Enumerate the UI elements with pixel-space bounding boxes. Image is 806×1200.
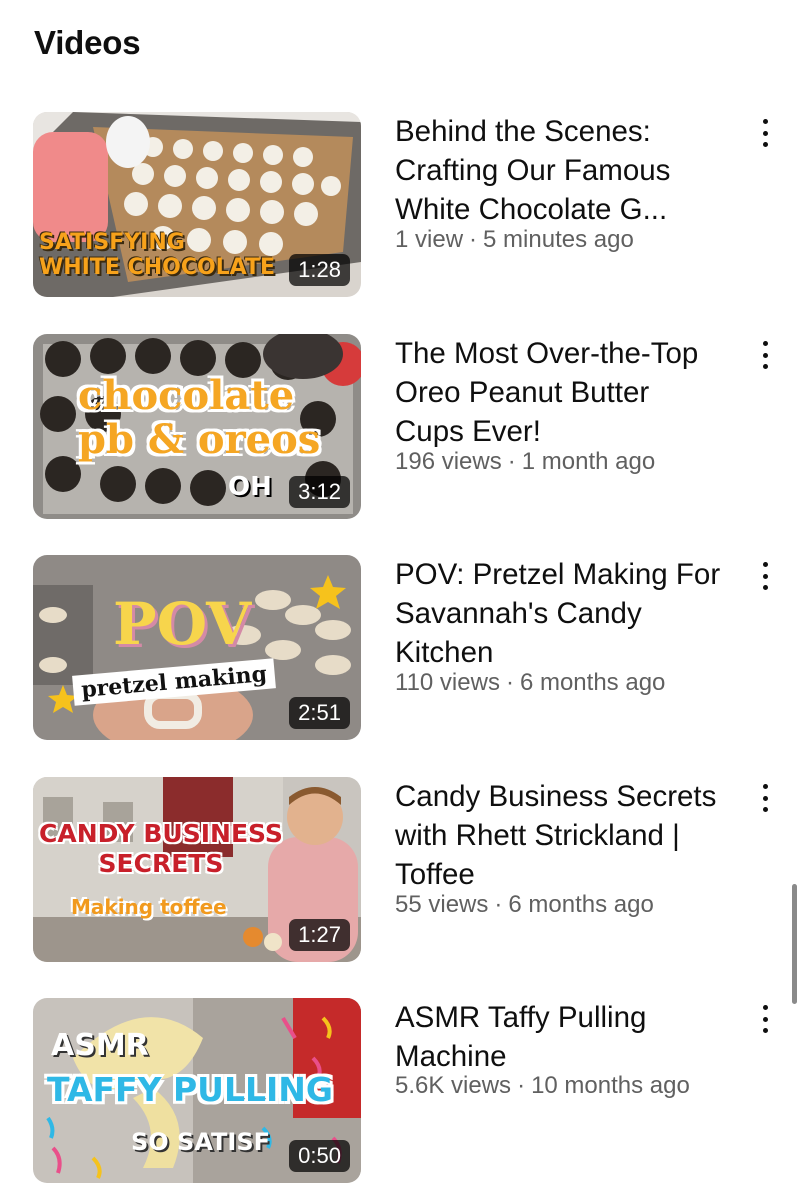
- duration-badge: 1:27: [289, 919, 350, 951]
- video-title[interactable]: ASMR Taffy Pulling Machine: [395, 998, 725, 1076]
- upload-age: 6 months ago: [519, 669, 666, 696]
- scrollbar[interactable]: [792, 884, 797, 1004]
- video-thumbnail[interactable]: ASMR TAFFY PULLING SO SATISF 0:50: [33, 998, 361, 1183]
- more-options-icon[interactable]: [752, 116, 778, 150]
- video-item[interactable]: chocolate pb & oreos OH 3:12 The Most Ov…: [0, 334, 806, 524]
- video-meta: 55 views · 6 months ago: [395, 891, 654, 918]
- more-options-icon[interactable]: [752, 338, 778, 372]
- upload-age: 5 minutes ago: [483, 226, 634, 253]
- upload-age: 6 months ago: [508, 891, 654, 918]
- duration-badge: 3:12: [289, 476, 350, 508]
- thumbnail-caption: chocolate pb & oreos: [78, 372, 321, 463]
- video-thumbnail[interactable]: chocolate pb & oreos OH 3:12: [33, 334, 361, 519]
- video-meta: 1 view · 5 minutes ago: [395, 226, 634, 253]
- more-options-icon[interactable]: [752, 1002, 778, 1036]
- view-count: 55 views: [395, 891, 489, 918]
- more-options-icon[interactable]: [752, 559, 778, 593]
- thumbnail-caption: POV: [113, 590, 252, 658]
- thumbnail-caption-2: TAFFY PULLING: [47, 1070, 333, 1109]
- thumbnail-caption: CANDY BUSINESS SECRETS: [39, 819, 283, 878]
- video-title[interactable]: POV: Pretzel Making For Savannah's Candy…: [395, 555, 725, 672]
- video-title[interactable]: The Most Over-the-Top Oreo Peanut Butter…: [395, 334, 725, 451]
- upload-age: 10 months ago: [531, 1072, 690, 1099]
- thumbnail-subcaption: Making toffee: [71, 895, 227, 919]
- video-item[interactable]: ASMR TAFFY PULLING SO SATISF 0:50 ASMR T…: [0, 998, 806, 1188]
- thumbnail-caption-oh: OH: [228, 472, 272, 502]
- view-count: 110 views: [395, 669, 500, 696]
- video-thumbnail[interactable]: SATISFYING WHITE CHOCOLATE 1:28: [33, 112, 361, 297]
- video-item[interactable]: POV pretzel making 2:51 POV: Pretzel Mak…: [0, 555, 806, 745]
- thumbnail-caption: SATISFYING WHITE CHOCOLATE: [39, 230, 276, 280]
- view-count: 5.6K views: [395, 1072, 512, 1099]
- video-meta: 5.6K views · 10 months ago: [395, 1072, 690, 1099]
- video-title[interactable]: Behind the Scenes: Crafting Our Famous W…: [395, 112, 725, 229]
- thumbnail-caption-3: SO SATISF: [131, 1128, 271, 1156]
- section-title: Videos: [34, 24, 141, 61]
- video-thumbnail[interactable]: POV pretzel making 2:51: [33, 555, 361, 740]
- upload-age: 1 month ago: [521, 448, 656, 475]
- video-item[interactable]: CANDY BUSINESS SECRETS Making toffee 1:2…: [0, 777, 806, 967]
- more-options-icon[interactable]: [752, 781, 778, 815]
- video-title[interactable]: Candy Business Secrets with Rhett Strick…: [395, 777, 725, 894]
- duration-badge: 1:28: [289, 254, 350, 286]
- video-thumbnail[interactable]: CANDY BUSINESS SECRETS Making toffee 1:2…: [33, 777, 361, 962]
- thumbnail-caption: ASMR: [51, 1028, 149, 1063]
- video-meta: 110 views · 6 months ago: [395, 669, 666, 696]
- view-count: 196 views: [395, 448, 502, 475]
- view-count: 1 view: [395, 226, 464, 253]
- video-item[interactable]: SATISFYING WHITE CHOCOLATE 1:28 Behind t…: [0, 112, 806, 302]
- duration-badge: 0:50: [289, 1140, 350, 1172]
- duration-badge: 2:51: [289, 697, 350, 729]
- video-meta: 196 views · 1 month ago: [395, 448, 656, 475]
